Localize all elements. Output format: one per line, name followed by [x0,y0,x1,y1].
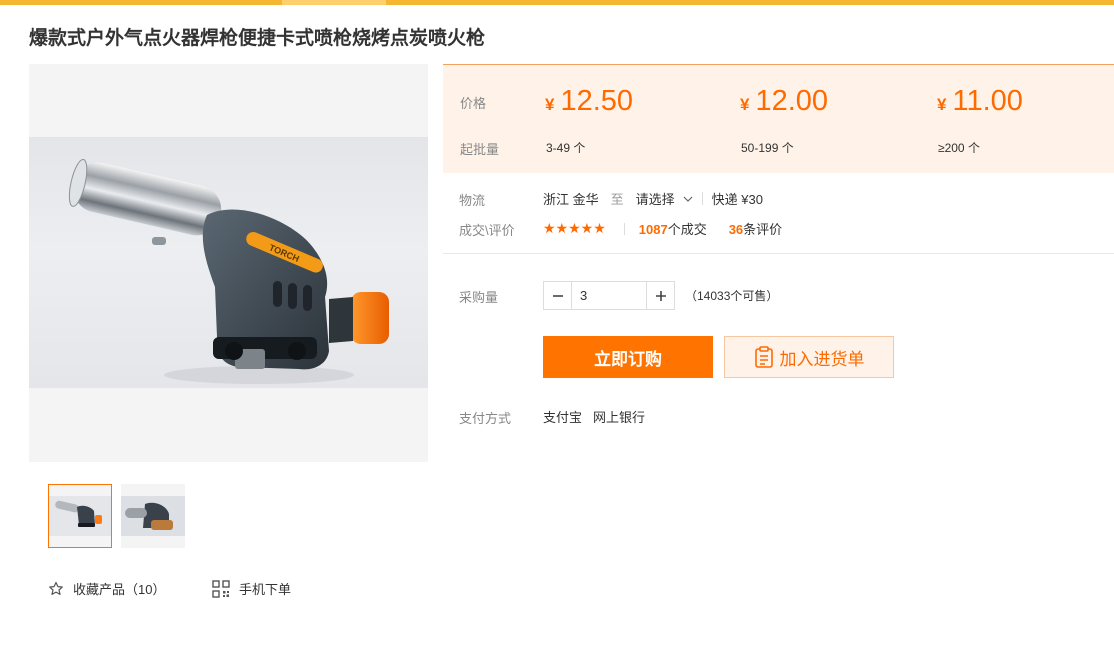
mobile-order-button[interactable]: 手机下单 [212,579,291,598]
payment-method-online-bank: 网上银行 [593,410,646,425]
thumbnail-1[interactable] [48,484,112,548]
tier-price: ¥12.00 [740,85,828,118]
currency-symbol: ¥ [937,95,947,114]
mobile-order-label: 手机下单 [239,582,292,597]
torch-illustration: TORCH [68,158,389,384]
moq-label: 起批量 [460,142,500,157]
divider [623,222,625,235]
deals-label: 成交\评价 [459,223,515,238]
tier-price: ¥11.00 [937,85,1023,118]
quantity-stepper [543,281,675,310]
currency-symbol: ¥ [740,95,750,114]
currency-symbol: ¥ [545,95,555,114]
favorite-product-button[interactable]: 收藏产品（10） [48,579,165,598]
deals-row: ★★★★★ 1087个成交 36条评价 [543,219,782,238]
tier-range: 50-199 个 [741,141,794,155]
section-divider [443,253,1114,254]
product-title: 爆款式户外气点火器焊枪便捷卡式喷枪烧烤点炭喷火枪 [29,28,486,49]
top-accent-bar [0,0,1114,5]
payment-label: 支付方式 [459,411,512,426]
increase-quantity-button[interactable] [646,282,674,309]
top-accent-highlight [282,0,386,5]
chevron-down-icon [683,196,693,202]
deal-count-number: 1087 [638,222,668,237]
tier-range: 3-49 个 [546,141,586,155]
clipboard-icon [754,346,773,368]
divider [701,192,703,205]
destination-select[interactable]: 请选择 [636,189,693,208]
destination-value: 请选择 [635,192,675,207]
shipping-fee: 快递 ¥30 [711,192,763,207]
buy-now-button[interactable]: 立即订购 [543,336,713,378]
to-text: 至 [610,192,624,207]
origin-location: 浙江 金华 [543,192,599,207]
plus-icon [655,290,666,301]
decrease-quantity-button[interactable] [544,282,572,309]
tier-range: ≥200 个 [938,141,980,155]
product-photo: TORCH [29,137,428,388]
qr-code-icon [212,579,230,598]
payment-method-alipay: 支付宝 [543,410,583,425]
tier-price: ¥12.50 [545,85,633,118]
thumbnail-2-image [121,484,185,548]
minus-icon [552,294,563,297]
tier-price-amount: 12.50 [560,85,634,117]
favorite-label: 收藏产品（10） [73,582,166,597]
logistics-label: 物流 [459,193,486,208]
price-panel: 价格 起批量 ¥12.50 3-49 个 ¥12.00 50-199 个 ¥11… [443,64,1114,173]
star-outline-icon [49,581,63,595]
tier-price-amount: 12.00 [755,85,829,117]
quantity-label: 采购量 [459,290,499,305]
thumbnail-2[interactable] [121,484,185,548]
rating-stars-icon: ★★★★★ [543,220,606,236]
add-to-cart-button[interactable]: 加入进货单 [724,336,894,378]
payment-methods: 支付宝 网上银行 [543,407,645,426]
deal-count[interactable]: 1087个成交 [639,219,707,238]
logistics-row: 浙江 金华 至 请选择 快递 ¥30 [543,189,763,208]
thumbnail-1-image [49,485,111,547]
tier-price-amount: 11.00 [952,85,1023,117]
deal-count-suffix: 个成交 [667,222,707,237]
price-label: 价格 [460,96,487,111]
review-count-number: 36 [728,222,744,237]
available-stock: （14033个可售） [685,289,779,303]
quantity-input[interactable] [572,282,646,309]
review-count-suffix: 条评价 [743,222,783,237]
review-count[interactable]: 36条评价 [729,219,782,238]
main-product-image[interactable]: TORCH [29,64,428,462]
add-to-cart-label: 加入进货单 [779,349,865,369]
